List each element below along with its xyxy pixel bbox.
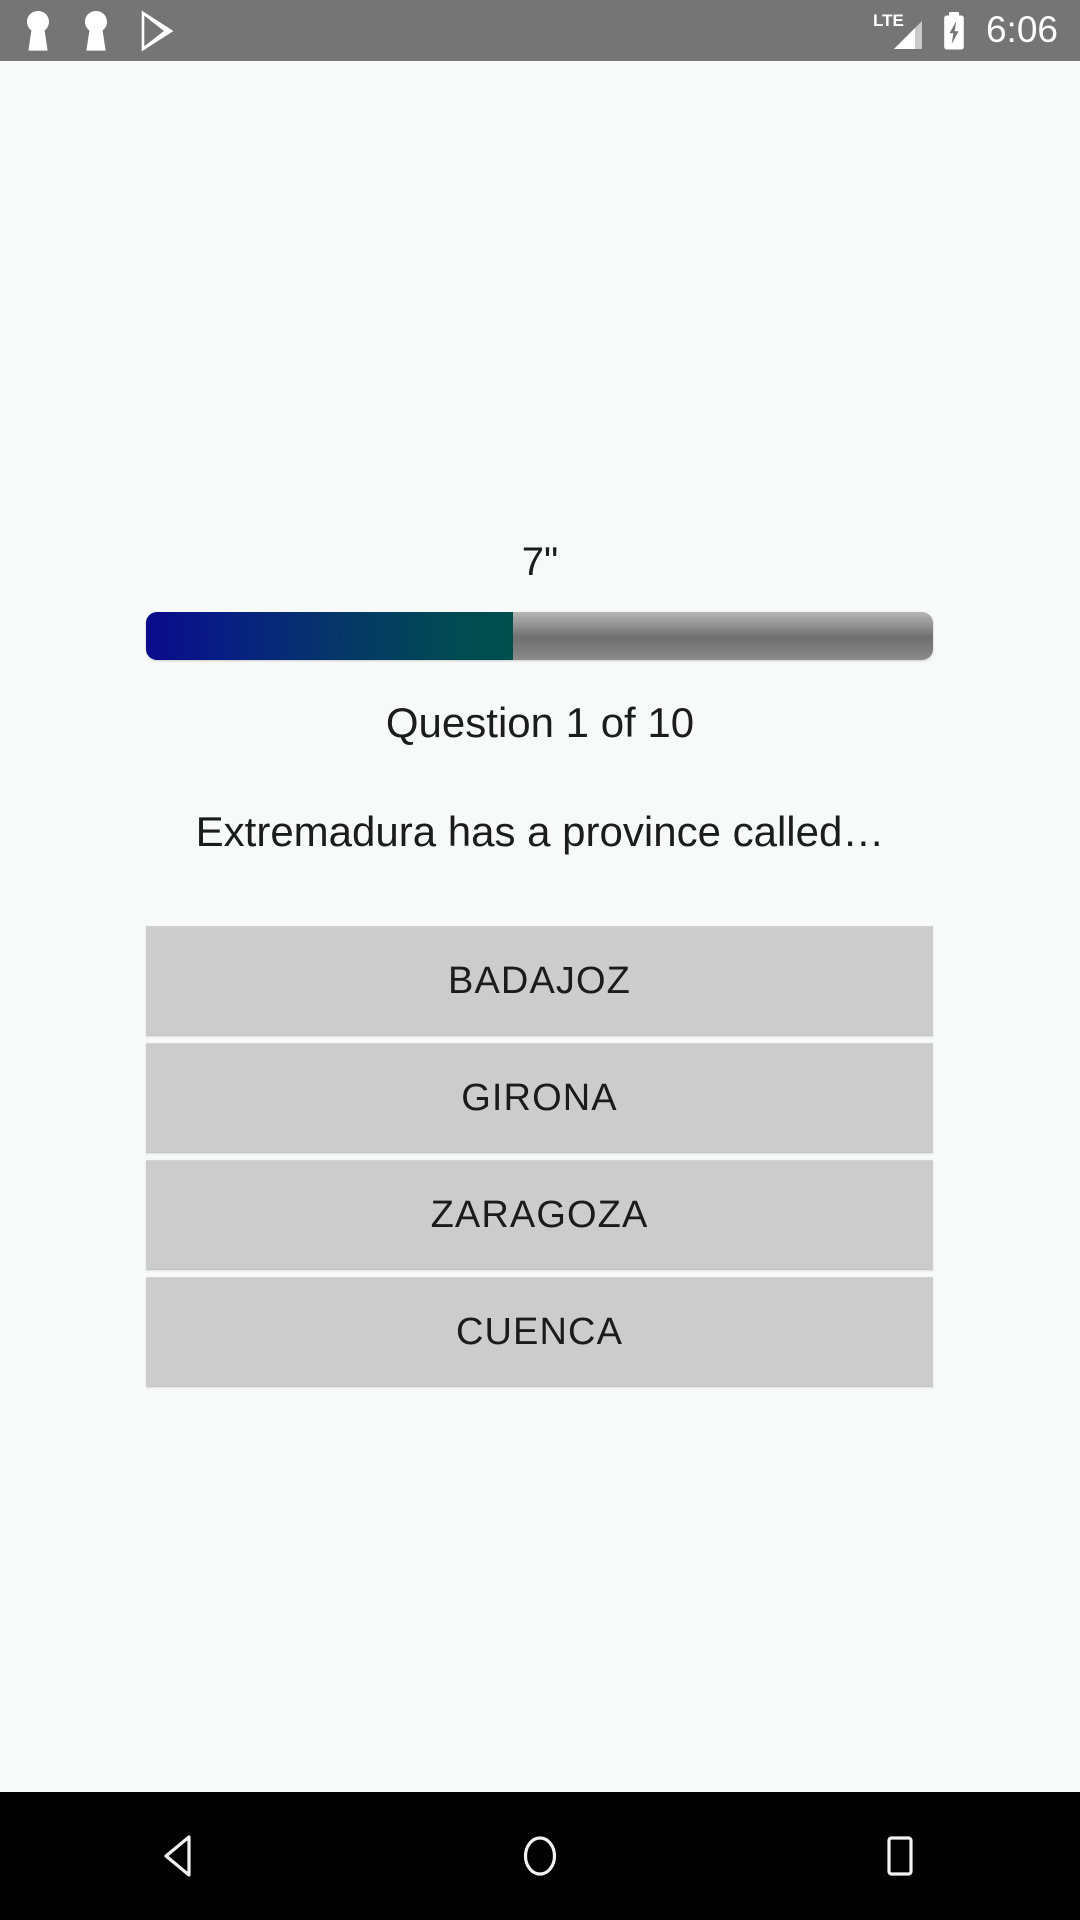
quiz-content: 7" Question 1 of 10 Extremadura has a pr… [0, 61, 1080, 1792]
back-button[interactable] [0, 1792, 360, 1920]
svg-text:LTE: LTE [873, 11, 904, 30]
circle-icon [523, 1836, 557, 1876]
triangle-left-icon [164, 1835, 191, 1877]
countdown-timer: 7" [521, 540, 559, 584]
phone-screen: LTE 6:06 7" Question 1 of 10 Extremadura… [0, 0, 1080, 1920]
answer-button-4[interactable]: CUENCA [146, 1277, 933, 1387]
quiz-progress-fill [146, 612, 513, 660]
android-navigation-bar [0, 1792, 1080, 1920]
status-bar: LTE 6:06 [0, 0, 1080, 61]
answer-button-1[interactable]: BADAJOZ [146, 926, 933, 1036]
battery-charging-icon [944, 11, 964, 49]
app-notification-keyhole-icon-2 [85, 10, 107, 51]
square-icon [887, 1836, 913, 1876]
answer-options-list: BADAJOZ GIRONA ZARAGOZA CUENCA [146, 926, 933, 1387]
status-bar-left-icons [22, 9, 178, 53]
status-bar-right-icons: LTE 6:06 [872, 9, 1058, 53]
app-notification-keyhole-icon-1 [27, 10, 49, 51]
question-counter: Question 1 of 10 [385, 699, 695, 746]
answer-button-3[interactable]: ZARAGOZA [146, 1160, 933, 1270]
answer-button-2[interactable]: GIRONA [146, 1043, 933, 1153]
quiz-progress-bar [146, 612, 933, 660]
lte-signal-icon: LTE [873, 11, 922, 49]
play-store-icon [141, 9, 174, 52]
home-button[interactable] [360, 1792, 720, 1920]
status-bar-clock: 6:06 [985, 9, 1058, 50]
recents-button[interactable] [720, 1792, 1080, 1920]
question-prompt: Extremadura has a province called… [195, 808, 885, 855]
